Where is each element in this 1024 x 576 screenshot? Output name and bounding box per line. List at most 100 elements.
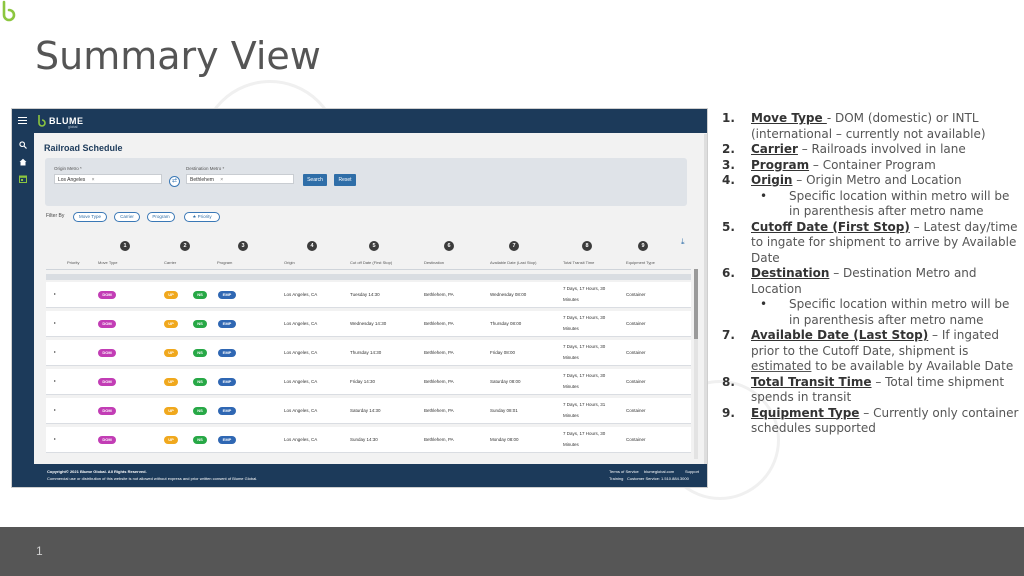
brand-name: BLUME	[49, 116, 84, 126]
reset-button[interactable]: Reset	[334, 174, 356, 186]
clear-origin-icon[interactable]: ×	[92, 177, 95, 183]
note-sub-item: • Specific location within metro will be…	[722, 297, 1022, 328]
equipment-cell: Container	[626, 408, 646, 413]
origin-cell: Los Angeles, CA	[284, 292, 318, 297]
home-icon[interactable]	[18, 158, 28, 168]
footer-terms-link[interactable]: Terms of Service	[609, 469, 639, 474]
footer-copyright: Copyright© 2021 Blume Global. All Rights…	[47, 469, 147, 474]
origin-field[interactable]: Los Angeles ×	[54, 174, 162, 184]
app-screenshot: BLUME global Railroad Schedule Origin Me…	[11, 108, 708, 488]
expand-icon[interactable]: ▸	[54, 378, 56, 383]
search-panel: Origin Metro * Los Angeles × ⇄ Destinati…	[45, 158, 687, 206]
filter-carrier[interactable]: Carrier	[114, 212, 140, 222]
note-text: – Railroads involved in lane	[797, 142, 966, 156]
clear-destination-icon[interactable]: ×	[220, 177, 223, 183]
footer-support-link[interactable]: Support	[685, 469, 699, 474]
transit-cell: Minutes	[563, 326, 579, 331]
search-button[interactable]: Search	[303, 174, 327, 186]
transit-cell: 7 Days, 17 Hours, 30	[563, 431, 606, 436]
table-scrollbar[interactable]	[694, 269, 698, 459]
note-sub-text: Specific location within metro will be i…	[789, 297, 1010, 327]
header-move-type[interactable]: Move Type	[98, 260, 118, 265]
filter-by-label: Filter By	[46, 213, 65, 219]
destination-cell: Bethlehem, PA	[424, 408, 454, 413]
column-number: 5	[369, 241, 379, 251]
header-priority[interactable]: Priority	[67, 260, 79, 265]
page-scrollbar[interactable]	[704, 134, 707, 464]
bullet-icon: •	[760, 297, 768, 311]
note-sub-item: • Specific location within metro will be…	[722, 189, 1022, 220]
destination-cell: Bethlehem, PA	[424, 437, 454, 442]
header-cutoff[interactable]: Cut off Date (First Stop)	[350, 260, 392, 265]
transit-cell: Minutes	[563, 442, 579, 447]
slide-title: Summary View	[35, 34, 321, 78]
header-equipment[interactable]: Equipment Type	[626, 260, 655, 265]
note-number: 2.	[722, 142, 735, 156]
header-available[interactable]: Available Date (Last Stop)	[490, 260, 536, 265]
move-type-badge: DOM	[98, 291, 116, 299]
cutoff-cell: Friday 14:30	[350, 379, 376, 384]
expand-icon[interactable]: ▸	[54, 320, 56, 325]
table-row[interactable]: ▸ DOM UP NS EMP Los Angeles, CA Saturday…	[46, 398, 691, 424]
header-destination[interactable]: Destination	[424, 260, 444, 265]
move-type-badge: DOM	[98, 378, 116, 386]
header-carrier[interactable]: Carrier	[164, 260, 176, 265]
carrier-badge: UP	[164, 349, 178, 357]
download-icon[interactable]: ⤓	[681, 237, 685, 247]
table-row[interactable]: ▸ DOM UP NS EMP Los Angeles, CA Thursday…	[46, 340, 691, 366]
cutoff-cell: Saturday 14:30	[350, 408, 381, 413]
column-number: 8	[582, 241, 592, 251]
column-number: 3	[238, 241, 248, 251]
filter-priority[interactable]: ★ Priority	[184, 212, 220, 222]
destination-field[interactable]: Bethlehem ×	[186, 174, 294, 184]
note-number: 3.	[722, 157, 735, 172]
note-keyword: Program	[751, 157, 810, 172]
star-icon: ★	[192, 214, 197, 219]
notes-list: 1. Move Type - DOM (domestic) or INTL (i…	[722, 111, 1022, 437]
header-transit[interactable]: Total Transit Time	[563, 260, 594, 265]
filter-move-type[interactable]: Move Type	[73, 212, 107, 222]
note-keyword: Origin	[751, 173, 793, 187]
transit-cell: Minutes	[563, 413, 579, 418]
transit-cell: 7 Days, 17 Hours, 30	[563, 344, 606, 349]
carrier-badge: NS	[193, 407, 207, 415]
header-program[interactable]: Program	[217, 260, 232, 265]
note-item: 3. Program – Container Program	[722, 158, 1022, 174]
footer-training-link[interactable]: Training	[609, 476, 623, 481]
destination-cell: Bethlehem, PA	[424, 292, 454, 297]
filter-program[interactable]: Program	[147, 212, 175, 222]
expand-icon[interactable]: ▸	[54, 407, 56, 412]
calendar-icon[interactable]	[18, 175, 28, 185]
origin-label: Origin Metro *	[54, 166, 82, 171]
note-keyword: Available Date (Last Stop)	[751, 328, 929, 342]
header-origin[interactable]: Origin	[284, 260, 295, 265]
program-badge: EMP	[218, 378, 236, 386]
slide-footer: 1	[0, 527, 1024, 576]
expand-icon[interactable]: ▸	[54, 291, 56, 296]
note-text: – Origin Metro and Location	[792, 173, 962, 187]
footer-site-link[interactable]: blumeglobal.com	[644, 469, 674, 474]
hamburger-menu-icon[interactable]	[18, 117, 27, 124]
table-row[interactable]: ▸ DOM UP NS EMP Los Angeles, CA Sunday 1…	[46, 427, 691, 453]
carrier-badge: NS	[193, 320, 207, 328]
origin-cell: Los Angeles, CA	[284, 408, 318, 413]
table-row[interactable]: ▸ DOM UP NS EMP Los Angeles, CA Wednesda…	[46, 311, 691, 337]
swap-icon[interactable]: ⇄	[169, 176, 180, 187]
note-item: 2. Carrier – Railroads involved in lane	[722, 142, 1022, 158]
search-icon[interactable]	[18, 141, 28, 151]
scrollbar-thumb[interactable]	[694, 269, 698, 339]
column-number: 7	[509, 241, 519, 251]
table-row[interactable]: ▸ DOM UP NS EMP Los Angeles, CA Tuesday …	[46, 282, 691, 308]
table-row[interactable]: ▸ DOM UP NS EMP Los Angeles, CA Friday 1…	[46, 369, 691, 395]
equipment-cell: Container	[626, 292, 646, 297]
move-type-badge: DOM	[98, 320, 116, 328]
program-badge: EMP	[218, 407, 236, 415]
note-number: 4.	[722, 173, 735, 187]
available-cell: Monday 08:00	[490, 437, 519, 442]
expand-icon[interactable]: ▸	[54, 436, 56, 441]
note-number: 7.	[722, 328, 735, 342]
note-keyword: Destination	[751, 266, 830, 280]
transit-cell: Minutes	[563, 384, 579, 389]
expand-icon[interactable]: ▸	[54, 349, 56, 354]
carrier-badge: UP	[164, 436, 178, 444]
